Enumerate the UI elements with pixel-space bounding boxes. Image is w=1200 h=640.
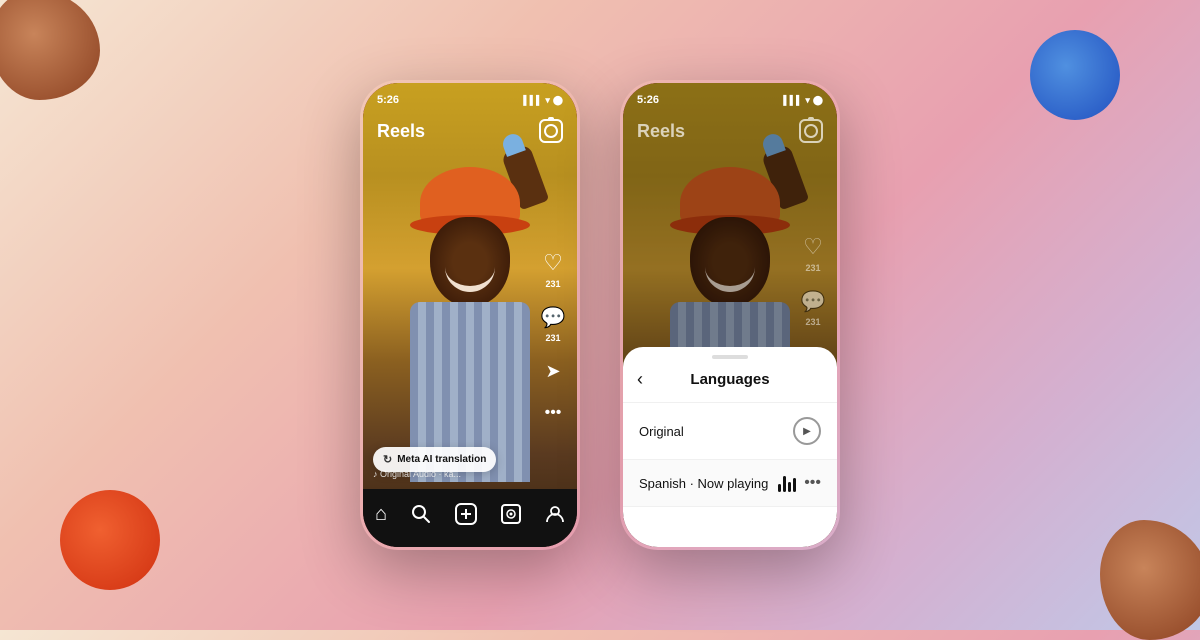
reels-header-2: Reels [623,111,837,151]
share-icon: ➤ [539,357,567,385]
language-panel: ‹ Languages Original ▶ Spanish · Now pla… [623,347,837,547]
smile-2 [705,267,755,292]
lang-header: ‹ Languages [623,369,837,403]
original-language-row[interactable]: Original ▶ [623,403,837,460]
reels-title-2: Reels [637,121,685,142]
comment-count: 231 [545,333,560,343]
status-bar-2: 5:26 ▌▌▌ ▾ ⬤ [623,83,837,111]
ai-translation-button[interactable]: ↻ Meta AI translation [373,447,496,472]
audio-bars-icon [778,474,796,492]
nav-profile[interactable] [545,504,565,524]
face-2 [690,217,770,307]
nav-reels[interactable] [501,504,521,524]
comment-action-2: 💬 231 [799,287,827,327]
nav-search[interactable] [411,504,431,524]
reels-title-1: Reels [377,121,425,142]
share-action[interactable]: ➤ [539,357,567,385]
right-actions-2: ♡ 231 💬 231 [799,233,827,327]
phone-2: 5:26 ▌▌▌ ▾ ⬤ Reels ♡ 231 [620,80,840,550]
status-bar-1: 5:26 ▌▌▌ ▾ ⬤ [363,83,577,111]
bar-3 [788,482,791,492]
bottom-nav-1: ⌂ [363,489,577,547]
camera-icon-1[interactable] [539,119,563,143]
comment-icon: 💬 [539,303,567,331]
heart-icon-2: ♡ [799,233,827,261]
phones-container: 5:26 ▌▌▌ ▾ ⬤ Reels ♡ 231 [0,0,1200,630]
phone-1-inner: 5:26 ▌▌▌ ▾ ⬤ Reels ♡ 231 [363,83,577,547]
bar-1 [778,484,781,492]
heart-icon: ♡ [539,249,567,277]
status-icons-2: ▌▌▌ ▾ ⬤ [783,95,823,106]
status-time-2: 5:26 [637,94,659,106]
drag-handle [712,355,748,359]
like-count: 231 [545,279,560,289]
more-icon: ••• [539,399,567,427]
status-time-1: 5:26 [377,94,399,106]
spanish-language-row[interactable]: Spanish · Now playing ••• [623,460,837,507]
nav-create[interactable] [455,503,477,525]
back-button[interactable]: ‹ [637,369,643,390]
comment-action[interactable]: 💬 231 [539,303,567,343]
more-options-icon[interactable]: ••• [804,474,821,492]
bar-2 [783,476,786,492]
bar-4 [793,478,796,492]
face [430,217,510,307]
more-action[interactable]: ••• [539,399,567,427]
smile [445,267,495,292]
languages-title: Languages [690,371,769,388]
like-action[interactable]: ♡ 231 [539,249,567,289]
camera-icon-2[interactable] [799,119,823,143]
comment-count-2: 231 [805,317,820,327]
ai-translation-label: Meta AI translation [397,454,486,465]
play-circle-icon[interactable]: ▶ [793,417,821,445]
right-actions-1: ♡ 231 💬 231 ➤ ••• [539,249,567,427]
reels-header-1: Reels [363,111,577,151]
person-silhouette [380,127,560,487]
status-icons-1: ▌▌▌ ▾ ⬤ [523,95,563,106]
nav-home[interactable]: ⌂ [375,503,387,526]
spanish-play-indicator: ••• [778,474,821,492]
like-count-2: 231 [805,263,820,273]
comment-icon-2: 💬 [799,287,827,315]
spanish-label: Spanish · Now playing [639,476,768,491]
refresh-icon: ↻ [383,453,392,466]
phone-1: 5:26 ▌▌▌ ▾ ⬤ Reels ♡ 231 [360,80,580,550]
original-play-indicator: ▶ [793,417,821,445]
original-label: Original [639,424,684,439]
phone-2-inner: 5:26 ▌▌▌ ▾ ⬤ Reels ♡ 231 [623,83,837,547]
like-action-2: ♡ 231 [799,233,827,273]
